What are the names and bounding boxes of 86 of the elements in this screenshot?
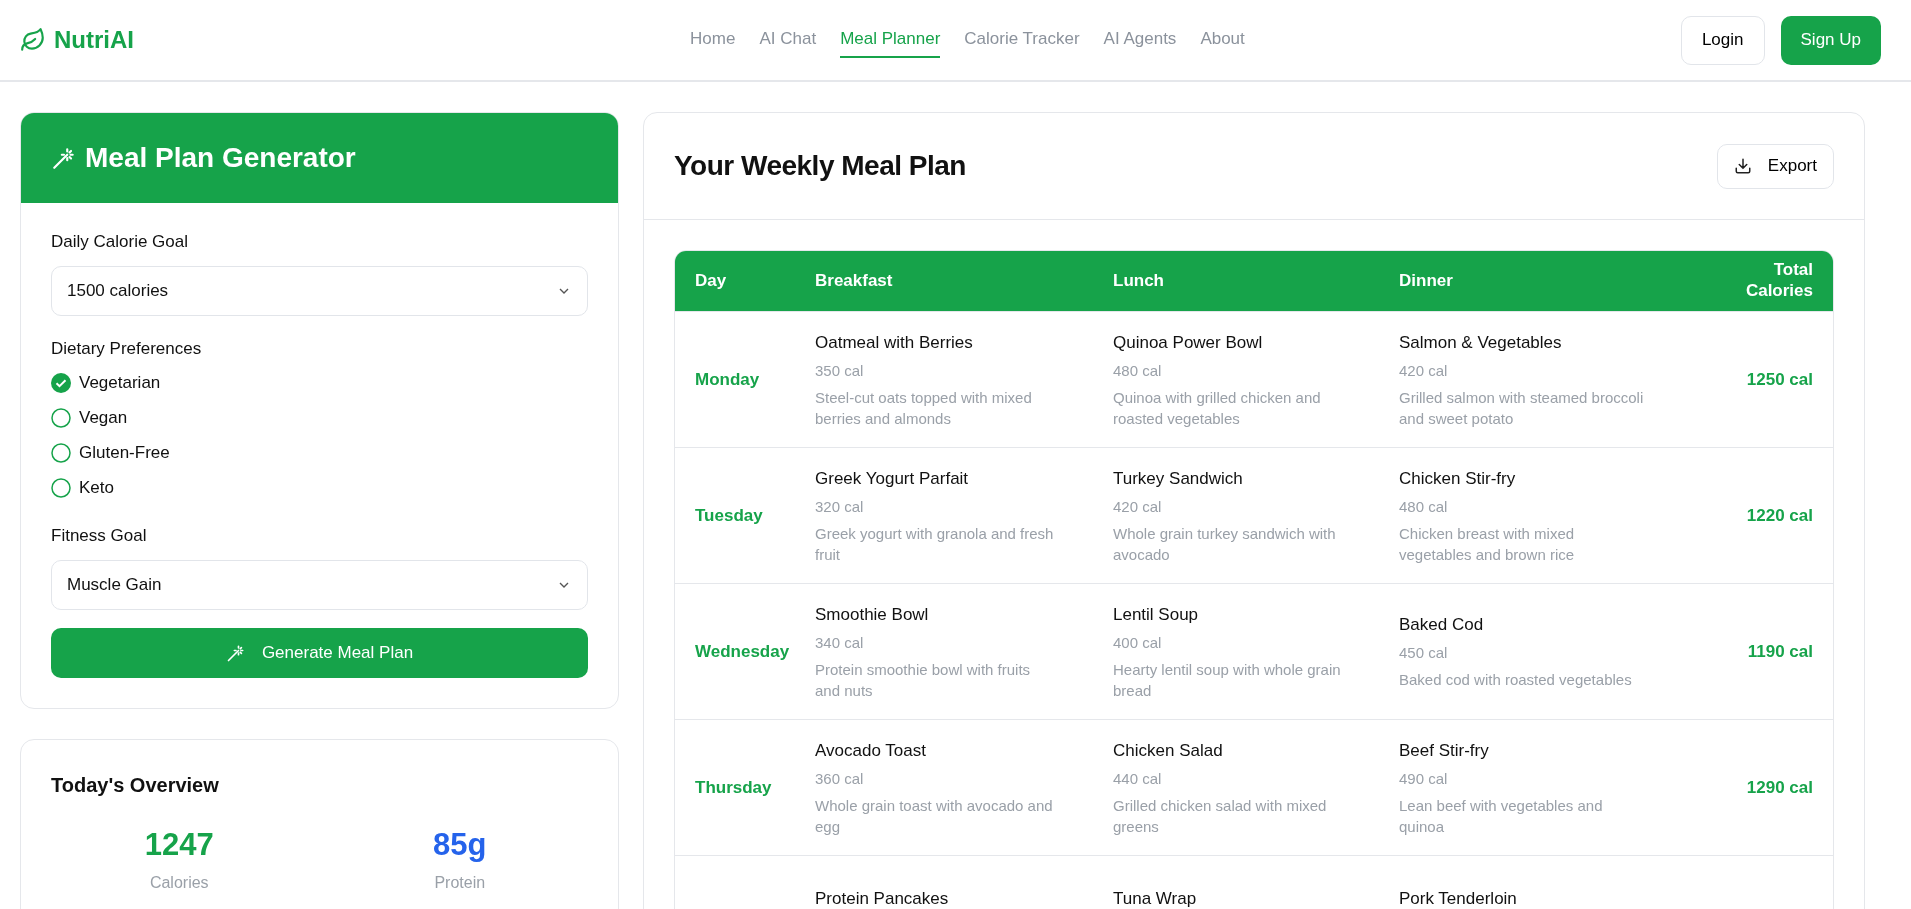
nav-link[interactable]: About: [1200, 22, 1245, 58]
meal-name: Baked Cod: [1399, 614, 1485, 637]
checkbox[interactable]: [51, 372, 71, 393]
meal-name: Chicken Salad: [1113, 740, 1224, 763]
column-header: Breakfast: [815, 271, 893, 291]
meal-name: Protein Pancakes: [815, 888, 950, 909]
field-label: Dietary Preferences: [51, 337, 203, 360]
meal-name: Greek Yogurt Parfait: [815, 468, 970, 491]
meal-name: Chicken Stir-fry: [1399, 468, 1517, 491]
stat-value: 85g: [432, 825, 488, 863]
meal-calories: 360 cal: [815, 768, 865, 789]
meal-name: Turkey Sandwich: [1113, 468, 1244, 491]
day-label: Wednesday: [695, 641, 790, 661]
select-field[interactable]: Muscle Gain: [51, 559, 588, 610]
meal-name: Avocado Toast: [815, 740, 927, 763]
meal-calories: 340 cal: [815, 632, 865, 653]
field-label: Daily Calorie Goal: [51, 231, 189, 253]
meal-calories: 480 cal: [1113, 360, 1163, 381]
nav-link[interactable]: AI Chat: [759, 22, 817, 58]
total-calories: 1290 cal: [1746, 777, 1813, 797]
meal-description: Protein smoothie bowl with fruits and nuts: [815, 660, 1032, 701]
meal-calories: 420 cal: [1399, 360, 1449, 381]
meal-calories: 480 cal: [1399, 496, 1449, 517]
nav-link[interactable]: Calorie Tracker: [964, 22, 1080, 58]
meal-description: Greek yogurt with granola and fresh fruit: [815, 524, 1055, 565]
meal-calories: 450 cal: [1399, 642, 1449, 663]
day-label: Monday: [695, 369, 760, 389]
meal-name: Lentil Soup: [1113, 604, 1200, 627]
export-button[interactable]: Export: [1716, 143, 1834, 189]
meal-calories: 400 cal: [1113, 632, 1163, 653]
checkbox[interactable]: [51, 407, 71, 428]
meal-description: Chicken breast with mixed vegetables and brown rice: [1399, 524, 1576, 565]
meal-calories: 350 cal: [815, 360, 865, 381]
meal-description: Hearty lentil soup with whole grain bread: [1113, 660, 1342, 701]
meal-name: Quinoa Power Bowl: [1113, 332, 1264, 355]
total-calories: 1220 cal: [1746, 505, 1813, 525]
meal-name: Tuna Wrap: [1113, 888, 1198, 909]
total-calories: 1190 cal: [1747, 641, 1813, 661]
nav-link[interactable]: AI Agents: [1103, 22, 1177, 58]
column-header: Lunch: [1113, 271, 1164, 291]
meal-description: Whole grain toast with avocado and egg: [815, 796, 1054, 837]
stat-label: Protein: [434, 872, 486, 893]
meal-name: Oatmeal with Berries: [815, 332, 974, 355]
meal-calories: 490 cal: [1399, 768, 1449, 789]
select-field[interactable]: 1500 calories: [51, 265, 588, 316]
meal-description: Baked cod with roasted vegetables: [1399, 670, 1633, 691]
login-button[interactable]: Login: [1680, 15, 1765, 65]
meal-name: Pork Tenderloin: [1399, 888, 1518, 909]
field-label: Fitness Goal: [51, 525, 148, 547]
meal-description: Grilled salmon with steamed broccoli and sweet potato: [1399, 388, 1645, 429]
day-label: Tuesday: [695, 505, 763, 525]
checkbox[interactable]: [51, 477, 71, 498]
stat-value: 1247: [143, 825, 215, 863]
plan-title: Your Weekly Meal Plan: [674, 149, 966, 183]
stat-label: Calories: [149, 872, 209, 893]
signup-button[interactable]: Sign Up: [1780, 15, 1881, 65]
column-header: Dinner: [1399, 271, 1453, 291]
nav-link[interactable]: Meal Planner: [840, 22, 941, 58]
checkbox-label: Gluten-Free: [79, 441, 170, 464]
meal-description: Quinoa with grilled chicken and roasted vegetables: [1113, 388, 1322, 429]
meal-description: Whole grain turkey sandwich with avocado: [1113, 524, 1337, 565]
meal-description: Grilled chicken salad with mixed greens: [1113, 796, 1328, 837]
meal-name: Salmon & Vegetables: [1399, 332, 1563, 355]
leaf-icon: [20, 27, 46, 53]
meal-calories: 440 cal: [1113, 768, 1163, 789]
meal-calories: 320 cal: [815, 496, 865, 517]
magic-wand-icon: [51, 145, 77, 171]
checkbox[interactable]: [51, 442, 71, 463]
brand-logo[interactable]: NutriAI: [54, 22, 134, 58]
meal-name: Smoothie Bowl: [815, 604, 930, 627]
nav-link[interactable]: Home: [690, 22, 736, 58]
total-calories: 1250 cal: [1746, 369, 1813, 389]
meal-description: Steel-cut oats topped with mixed berries and almonds: [815, 388, 1033, 429]
checkbox-label: Vegetarian: [79, 371, 161, 394]
checkbox-label: Keto: [79, 476, 114, 499]
column-header: Total Calories: [1744, 258, 1813, 302]
checkbox-label: Vegan: [79, 406, 128, 429]
download-icon: [1733, 157, 1752, 175]
meal-name: Beef Stir-fry: [1399, 740, 1490, 763]
meal-calories: 420 cal: [1113, 496, 1163, 517]
meal-description: Lean beef with vegetables and quinoa: [1399, 796, 1604, 837]
day-label: Thursday: [695, 777, 772, 797]
column-header: Day: [695, 271, 727, 291]
overview-title: Today's Overview: [51, 772, 220, 798]
generate-button[interactable]: Generate Meal Plan: [51, 627, 588, 678]
generator-title: Meal Plan Generator: [85, 141, 356, 175]
